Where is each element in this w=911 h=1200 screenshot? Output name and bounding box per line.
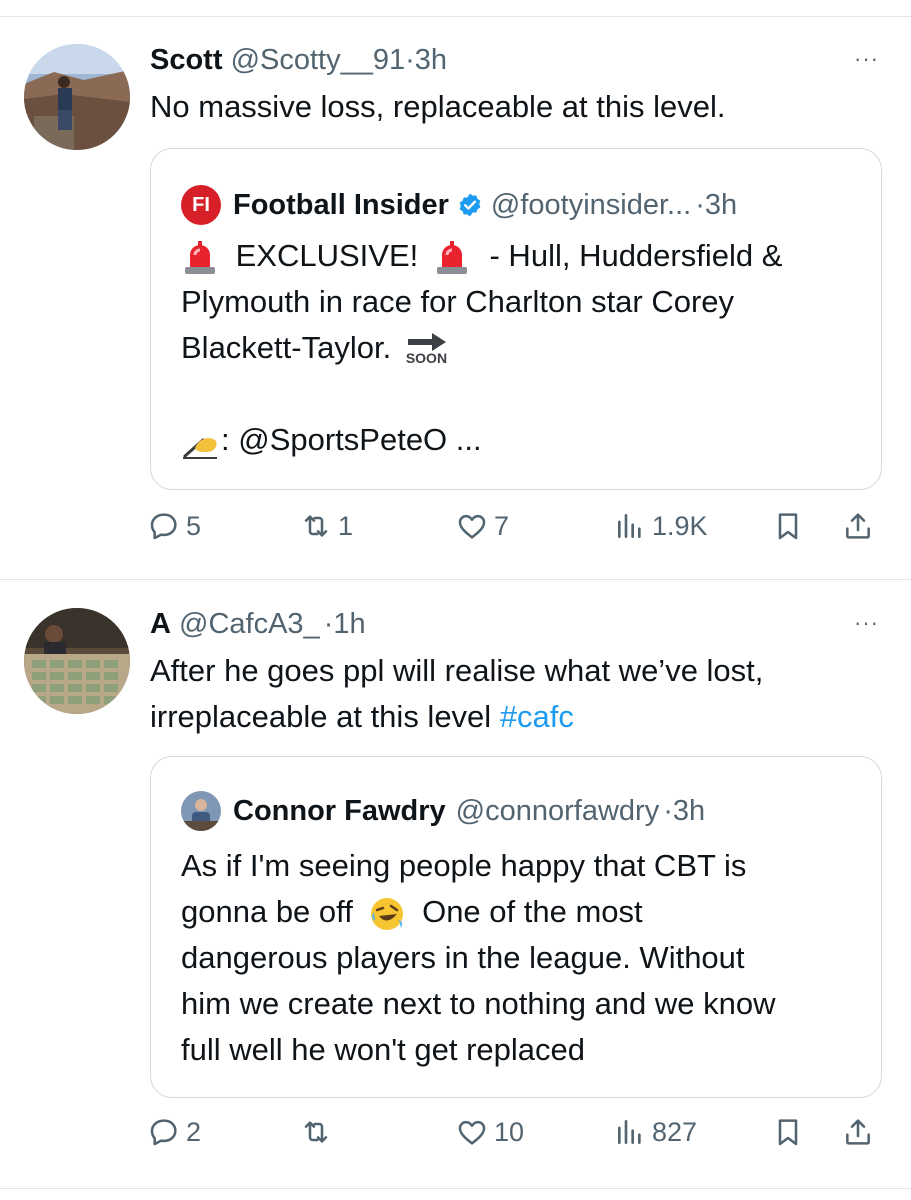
views-button[interactable]: 827 bbox=[614, 1116, 697, 1148]
quoted-tweet[interactable]: Connor Fawdry @connorfawdry · 3h As if I'm… bbox=[150, 756, 882, 1098]
handle[interactable]: @Scotty__91 bbox=[231, 44, 406, 76]
reply-icon bbox=[150, 513, 177, 540]
timestamp[interactable]: 3h bbox=[415, 44, 447, 76]
separator: · bbox=[405, 44, 415, 76]
retweet-count: 1 bbox=[338, 510, 354, 541]
reply-count: 2 bbox=[186, 1116, 202, 1147]
avatar[interactable] bbox=[24, 44, 130, 150]
tweet-scott[interactable]: Scott @Scotty__91·3h ··· No massive loss… bbox=[0, 40, 911, 580]
quote-timestamp[interactable]: 3h bbox=[673, 793, 705, 829]
like-count: 7 bbox=[494, 510, 510, 541]
retweet-button[interactable]: 1 bbox=[300, 510, 353, 542]
verified-badge-icon bbox=[459, 193, 481, 217]
quote-display-name[interactable]: Football Insider bbox=[233, 187, 449, 223]
quote-header: FI Football Insider @footyinsider... · 3h bbox=[181, 185, 737, 225]
display-name[interactable]: Scott bbox=[150, 44, 223, 76]
reply-icon bbox=[150, 1119, 177, 1146]
bookmark-icon bbox=[778, 1119, 798, 1146]
display-name[interactable]: A bbox=[150, 608, 171, 640]
quote-line1-part2: - Hull, Huddersfield & bbox=[489, 238, 783, 273]
share-icon bbox=[846, 1119, 870, 1145]
views-button[interactable]: 1.9K bbox=[614, 510, 708, 542]
football-insider-logo: FI bbox=[181, 185, 221, 225]
tweet-header: Scott @Scotty__91·3h bbox=[150, 42, 447, 78]
quote-line: : @SportsPeteO ... bbox=[181, 417, 861, 463]
writing-hand-emoji-icon bbox=[183, 437, 217, 459]
quote-line3: Blackett-Taylor. bbox=[181, 330, 392, 365]
views-icon bbox=[618, 1120, 641, 1144]
separator: · bbox=[663, 795, 673, 827]
reply-button[interactable]: 2 bbox=[148, 1116, 201, 1148]
heart-icon bbox=[458, 514, 486, 539]
quote-header: Connor Fawdry @connorfawdry · 3h bbox=[181, 791, 705, 831]
reply-button[interactable]: 5 bbox=[148, 510, 201, 542]
rolling-laughing-emoji-icon bbox=[371, 897, 404, 930]
handle[interactable]: @CafcA3_ bbox=[179, 608, 320, 640]
tweet-a[interactable]: A @CafcA3_ ·1h ··· After he goes ppl will… bbox=[0, 604, 911, 1200]
quote-line: gonna be off One of the most bbox=[181, 889, 861, 935]
quote-line5: full well he won't get replaced bbox=[181, 1032, 585, 1067]
quote-handle[interactable]: @footyinsider... bbox=[491, 187, 691, 223]
avatar[interactable] bbox=[24, 608, 130, 714]
retweet-icon bbox=[304, 515, 328, 537]
action-bar: 5 1 7 1.9K bbox=[148, 510, 888, 550]
quote-handle[interactable]: @connorfawdry bbox=[456, 793, 660, 829]
siren-emoji-icon bbox=[436, 240, 467, 274]
quote-line1: As if I'm seeing people happy that CBT i… bbox=[181, 848, 747, 883]
action-bar: 2 10 827 bbox=[148, 1116, 888, 1156]
like-count: 10 bbox=[494, 1116, 525, 1147]
tweet-header: A @CafcA3_ ·1h bbox=[150, 606, 366, 642]
reply-count: 5 bbox=[186, 510, 202, 541]
more-options-icon[interactable]: ··· bbox=[854, 610, 879, 636]
views-count: 1.9K bbox=[652, 510, 708, 541]
quote-display-name[interactable]: Connor Fawdry bbox=[233, 793, 446, 829]
tweet-text: No massive loss, replaceable at this lev… bbox=[150, 89, 726, 124]
like-button[interactable]: 7 bbox=[456, 510, 509, 542]
separator: · bbox=[323, 608, 334, 640]
retweet-button[interactable] bbox=[300, 1116, 338, 1148]
quote-line5: : @SportsPeteO ... bbox=[221, 422, 482, 457]
quote-timestamp[interactable]: 3h bbox=[705, 187, 737, 223]
quote-line: EXCLUSIVE! - Hull, Huddersfield & bbox=[181, 233, 861, 279]
quote-line4: him we create next to nothing and we kno… bbox=[181, 986, 776, 1021]
siren-emoji-icon bbox=[185, 240, 215, 274]
quote-line2: Plymouth in race for Charlton star Corey bbox=[181, 284, 735, 319]
tweet-text-line2: irreplaceable at this level bbox=[150, 699, 492, 734]
separator: · bbox=[695, 189, 705, 221]
share-button[interactable] bbox=[842, 510, 874, 542]
timestamp[interactable]: 1h bbox=[333, 608, 365, 640]
bookmark-button[interactable] bbox=[772, 510, 804, 542]
tweet-divider bbox=[0, 579, 911, 580]
share-icon bbox=[846, 513, 870, 539]
tweet-text-line1: After he goes ppl will realise what we’v… bbox=[150, 653, 764, 688]
soon-label: SOON bbox=[405, 349, 448, 366]
heart-icon bbox=[458, 1120, 486, 1145]
quote-line: Blackett-Taylor. SOON bbox=[181, 325, 861, 371]
quote-line1-part1: EXCLUSIVE! bbox=[235, 238, 419, 273]
more-options-icon[interactable]: ··· bbox=[854, 46, 879, 72]
bottom-divider bbox=[0, 1188, 911, 1189]
retweet-icon bbox=[304, 1121, 328, 1143]
bookmark-icon bbox=[778, 513, 798, 540]
quote-line3: dangerous players in the league. Without bbox=[181, 940, 745, 975]
bookmark-button[interactable] bbox=[772, 1116, 804, 1148]
quote-line2-part2: One of the most bbox=[422, 894, 643, 929]
share-button[interactable] bbox=[842, 1116, 874, 1148]
top-divider bbox=[0, 16, 911, 17]
quoted-tweet[interactable]: FI Football Insider @footyinsider... · 3h … bbox=[150, 148, 882, 490]
hashtag-link[interactable]: #cafc bbox=[500, 699, 574, 734]
quote-text: EXCLUSIVE! - Hull, Huddersfield & Plymou… bbox=[181, 233, 861, 463]
soon-arrow-emoji-icon: SOON bbox=[404, 330, 450, 370]
quote-text: As if I'm seeing people happy that CBT i… bbox=[181, 843, 861, 1073]
like-button[interactable]: 10 bbox=[456, 1116, 524, 1148]
tweet-text-line: irreplaceable at this level #cafc bbox=[150, 694, 870, 740]
quote-avatar[interactable] bbox=[181, 791, 221, 831]
views-count: 827 bbox=[652, 1116, 698, 1147]
views-icon bbox=[618, 514, 641, 538]
tweet-text: After he goes ppl will realise what we’v… bbox=[150, 648, 870, 740]
quote-line2-part1: gonna be off bbox=[181, 894, 353, 929]
